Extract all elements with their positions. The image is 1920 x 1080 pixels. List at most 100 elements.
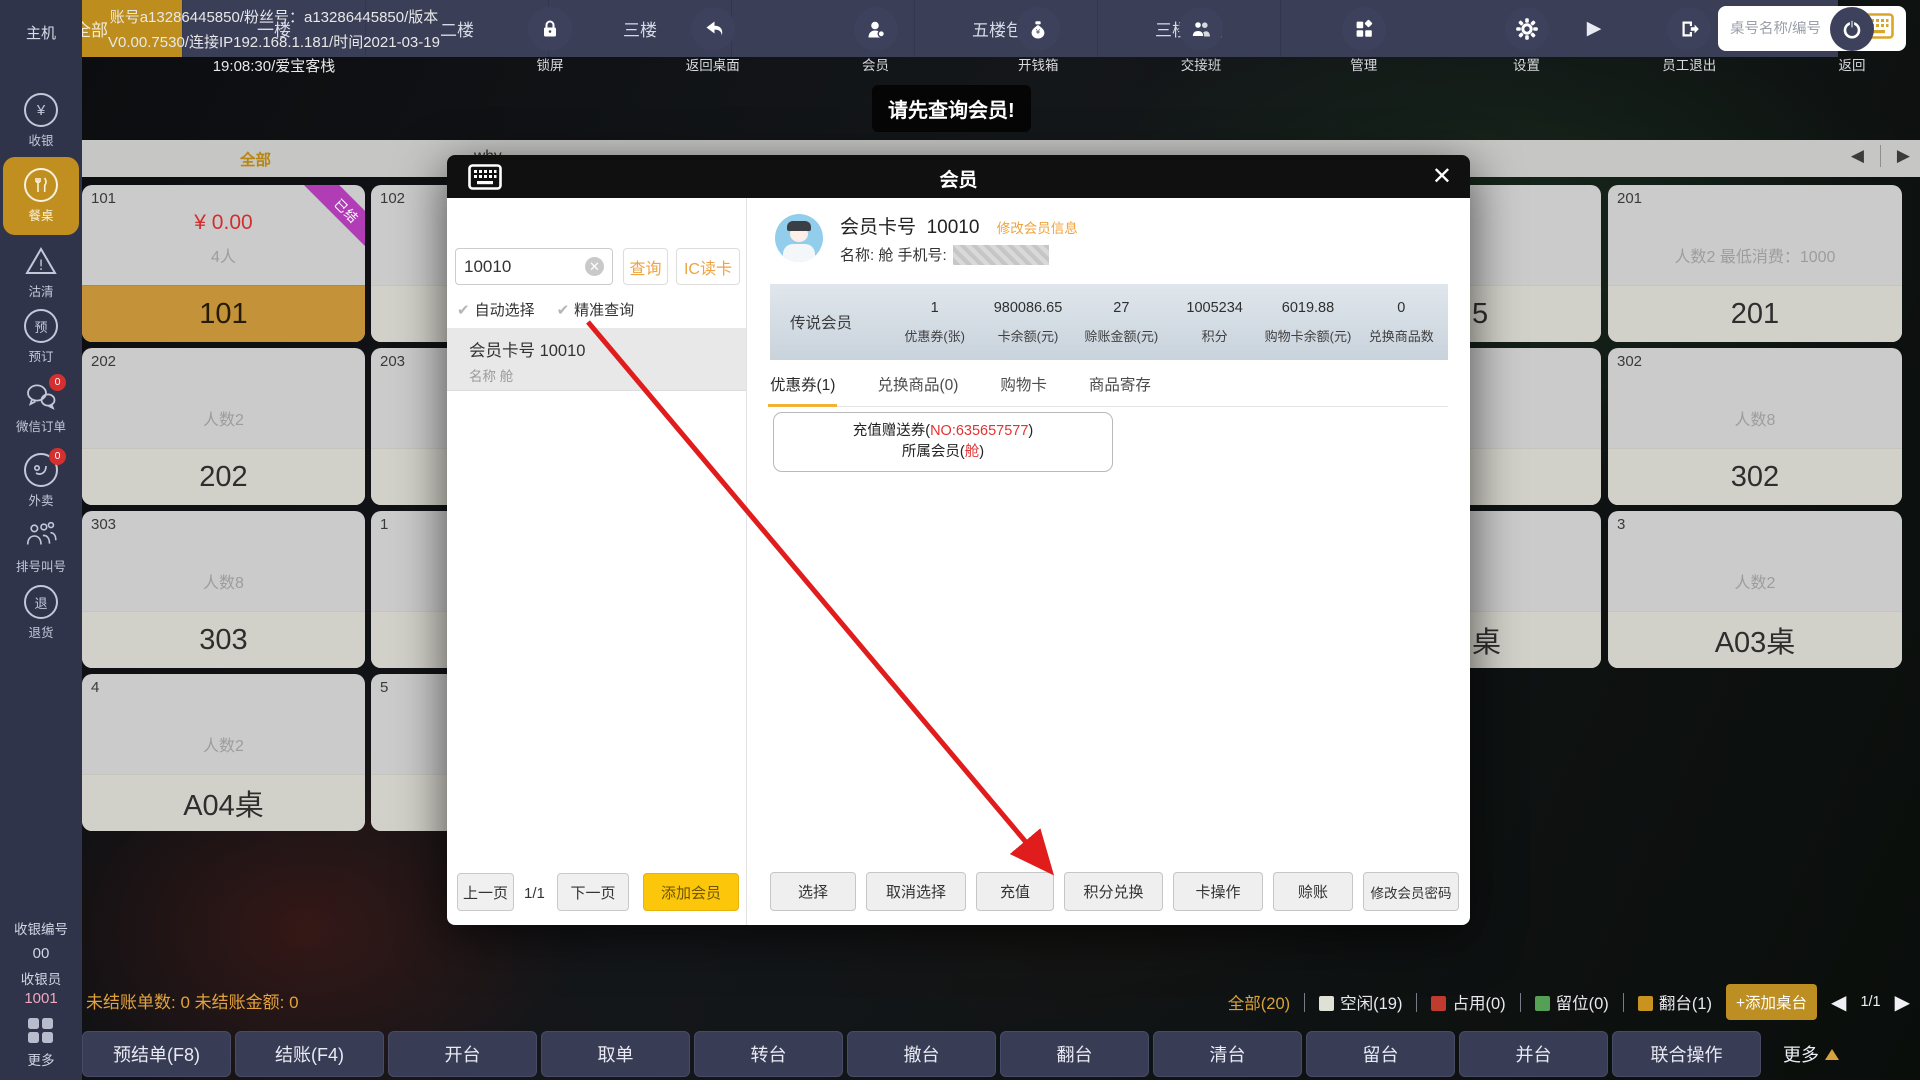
table-card-partial-1[interactable]: 5 xyxy=(1470,185,1601,342)
svg-text:¥: ¥ xyxy=(1036,28,1041,36)
table-card-203[interactable]: 203 xyxy=(371,348,447,505)
turn-table-button[interactable]: 翻台 xyxy=(1000,1031,1149,1077)
select-button[interactable]: 选择 xyxy=(770,872,856,911)
merge-table-button[interactable]: 并台 xyxy=(1459,1031,1608,1077)
member-dialog-actions: 选择 取消选择 充值 积分兑换 卡操作 赊账 修改会员密码 xyxy=(770,872,1459,911)
table-card-302[interactable]: 302 人数8 302 xyxy=(1608,348,1902,505)
category-next-arrow[interactable]: ▶ xyxy=(1897,146,1910,166)
toolbar-member-button[interactable]: 会员 xyxy=(831,7,921,74)
toolbar-settings-button[interactable]: 设置 xyxy=(1482,7,1572,74)
filter-occupied[interactable]: 占用(0) xyxy=(1431,990,1505,1014)
joint-operation-button[interactable]: 联合操作 xyxy=(1612,1031,1761,1077)
clear-input-icon[interactable]: ✕ xyxy=(585,257,604,276)
tab-goods-storage[interactable]: 商品寄存 xyxy=(1089,373,1151,395)
tab-coupons[interactable]: 优惠券(1) xyxy=(770,373,835,395)
stat-shopping-card-balance: 6019.88 购物卡余额(元) xyxy=(1261,300,1354,345)
table-card-1[interactable]: 1 xyxy=(371,511,447,668)
member-icon xyxy=(854,7,898,51)
filter-turnover[interactable]: 翻台(1) xyxy=(1638,990,1712,1014)
table-card-a04[interactable]: 4 人数2 A04桌 xyxy=(82,674,365,831)
soldout-icon: ! xyxy=(23,243,59,279)
filter-all[interactable]: 全部(20) xyxy=(1228,990,1290,1014)
stat-card-balance: 980086.65 卡余额(元) xyxy=(981,300,1074,345)
precise-query-checkbox[interactable]: ✔精准查询 xyxy=(557,299,635,320)
points-exchange-button[interactable]: 积分兑换 xyxy=(1064,872,1163,911)
table-card-201[interactable]: 201 人数2 最低消费：1000 201 xyxy=(1608,185,1902,342)
filter-idle[interactable]: 空闲(19) xyxy=(1319,990,1402,1014)
queue-call-icon xyxy=(23,518,59,554)
change-member-password-button[interactable]: 修改会员密码 xyxy=(1363,872,1459,911)
toolbar-cashbox-button[interactable]: ¥ 开钱箱 xyxy=(993,7,1083,74)
add-member-button[interactable]: 添加会员 xyxy=(643,873,739,911)
cancel-select-button[interactable]: 取消选择 xyxy=(866,872,966,911)
table-card-102[interactable]: 102 xyxy=(371,185,447,342)
triangle-up-icon xyxy=(1825,1049,1839,1060)
cashbox-icon: ¥ xyxy=(1016,7,1060,51)
cashier-id-value: 1001 xyxy=(0,990,82,1007)
table-card-a03[interactable]: 3 人数2 A03桌 xyxy=(1608,511,1902,668)
toolbar-back-button[interactable]: 返回 xyxy=(1807,7,1897,74)
filter-reserved-seat[interactable]: 留位(0) xyxy=(1535,990,1609,1014)
back-icon xyxy=(1830,7,1874,51)
sidebar-item-queue-call[interactable]: 排号叫号 xyxy=(0,518,82,575)
hold-table-button[interactable]: 留台 xyxy=(1306,1031,1455,1077)
remove-table-button[interactable]: 撤台 xyxy=(847,1031,996,1077)
sidebar-item-reservation[interactable]: 预 预订 xyxy=(0,308,82,365)
sidebar-item-soldout[interactable]: ! 沽清 xyxy=(0,243,82,300)
coupon-card[interactable]: 充值赠送券(NO:635657577) 所属会员(舱) xyxy=(773,412,1113,472)
sidebar-item-cashier[interactable]: ¥ 收银 xyxy=(0,92,82,149)
sidebar-more-button[interactable]: 更多 xyxy=(0,1018,82,1069)
next-page-button[interactable]: 下一页 xyxy=(557,873,629,911)
blurred-phone-number xyxy=(953,245,1049,265)
close-icon[interactable]: ✕ xyxy=(1432,162,1452,191)
open-table-button[interactable]: 开台 xyxy=(388,1031,537,1077)
recharge-button[interactable]: 充值 xyxy=(976,872,1054,911)
table-card-101[interactable]: 101 ¥ 0.00 4人 已结 101 xyxy=(82,185,365,342)
toolbar-return-desktop-button[interactable]: 返回桌面 xyxy=(668,7,758,74)
host-label: 主机 xyxy=(0,22,82,43)
toolbar-shift-handover-button[interactable]: 交接班 xyxy=(1156,7,1246,74)
toolbar-logout-button[interactable]: 员工退出 xyxy=(1644,7,1734,74)
member-search-panel: ✕ 查询 IC读卡 ✔自动选择 ✔精准查询 会员卡号 10010 名称 舱 上一… xyxy=(447,198,747,925)
table-status-filters: 全部(20) 空闲(19) 占用(0) 留位(0) 翻台(1) +添加桌台 ◀ … xyxy=(1228,984,1910,1020)
query-button[interactable]: 查询 xyxy=(623,248,668,285)
auto-select-checkbox[interactable]: ✔自动选择 xyxy=(457,299,535,320)
page-indicator: 1/1 xyxy=(524,885,545,902)
tables-prev-page-arrow[interactable]: ◀ xyxy=(1831,990,1846,1015)
toolbar-manage-button[interactable]: 管理 xyxy=(1319,7,1409,74)
category-prev-arrow[interactable]: ◀ xyxy=(1851,146,1864,166)
table-card-5[interactable]: 5 xyxy=(371,674,447,831)
clear-table-button[interactable]: 清台 xyxy=(1153,1031,1302,1077)
sidebar-item-takeout[interactable]: 外卖 0 xyxy=(0,452,82,509)
lock-icon xyxy=(528,7,572,51)
tab-exchange-goods[interactable]: 兑换商品(0) xyxy=(877,373,958,395)
retrieve-order-button[interactable]: 取单 xyxy=(541,1031,690,1077)
sidebar-item-refund[interactable]: 退 退货 xyxy=(0,584,82,641)
table-card-partial-3[interactable]: 桌 xyxy=(1470,511,1601,668)
edit-member-link[interactable]: 修改会员信息 xyxy=(997,221,1078,236)
table-card-202[interactable]: 202 人数2 202 xyxy=(82,348,365,505)
tables-next-page-arrow[interactable]: ▶ xyxy=(1895,990,1910,1015)
sidebar-item-tables[interactable]: 餐桌 xyxy=(3,157,79,235)
cashier-no-value: 00 xyxy=(0,945,82,962)
member-result-item[interactable]: 会员卡号 10010 名称 舱 xyxy=(447,328,746,391)
sidebar-item-wechat-orders[interactable]: 微信订单 0 xyxy=(0,378,82,435)
table-card-partial-2[interactable] xyxy=(1470,348,1601,505)
add-table-button[interactable]: +添加桌台 xyxy=(1726,984,1817,1020)
bottom-more-button[interactable]: 更多 xyxy=(1783,1041,1839,1067)
credit-button[interactable]: 赊账 xyxy=(1273,872,1353,911)
ic-read-card-button[interactable]: IC读卡 xyxy=(676,248,740,285)
card-operation-button[interactable]: 卡操作 xyxy=(1173,872,1263,911)
prev-page-button[interactable]: 上一页 xyxy=(457,873,514,911)
member-search-input[interactable] xyxy=(464,257,574,277)
toolbar-lock-button[interactable]: 锁屏 xyxy=(505,7,595,74)
category-all[interactable]: 全部 xyxy=(240,148,271,170)
checkout-button[interactable]: 结账(F4) xyxy=(235,1031,384,1077)
table-card-303[interactable]: 303 人数8 303 xyxy=(82,511,365,668)
unsettled-summary: 未结账单数: 0 未结账金额: 0 xyxy=(86,988,299,1013)
tab-shopping-card[interactable]: 购物卡 xyxy=(1000,373,1047,395)
transfer-table-button[interactable]: 转台 xyxy=(694,1031,843,1077)
pre-bill-button[interactable]: 预结单(F8) xyxy=(82,1031,231,1077)
takeout-badge: 0 xyxy=(49,448,66,465)
query-member-tooltip: 请先查询会员! xyxy=(872,85,1031,132)
